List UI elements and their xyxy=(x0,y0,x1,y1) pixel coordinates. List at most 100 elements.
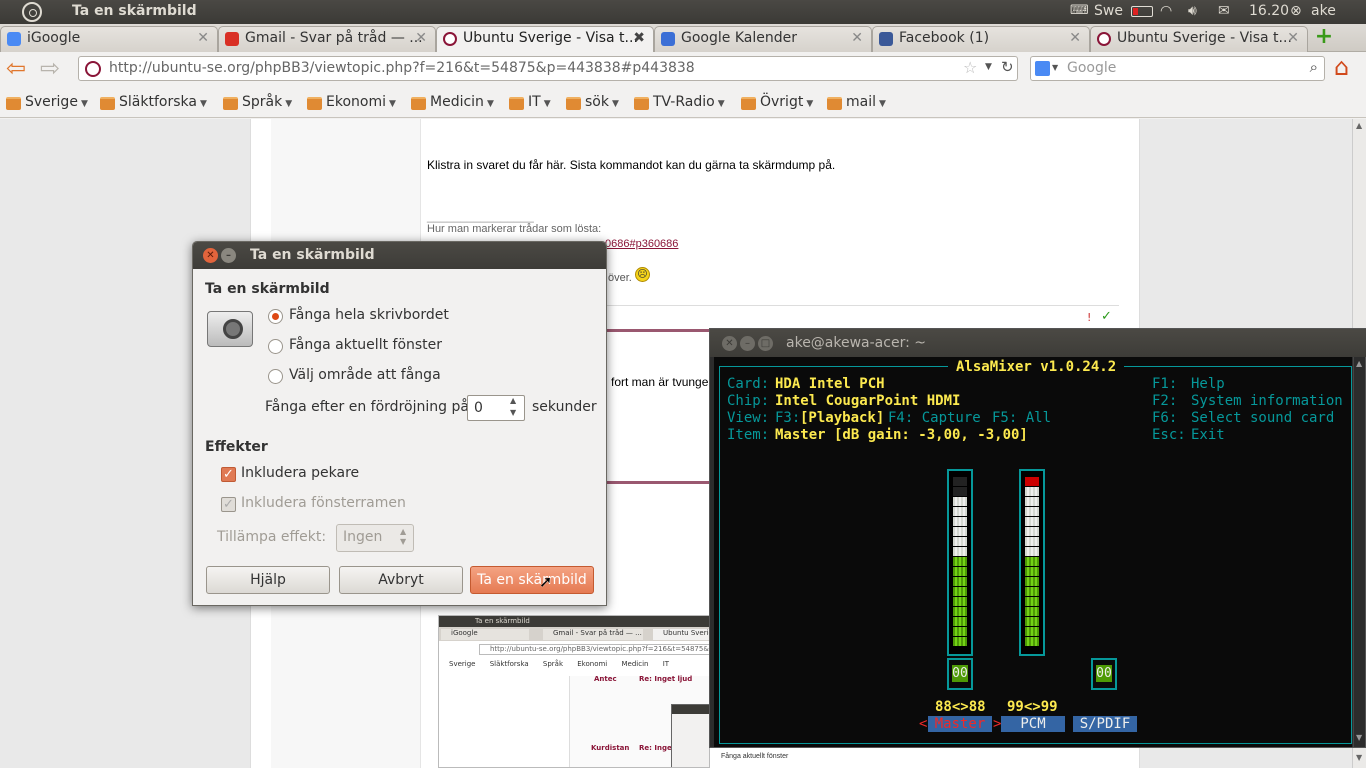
clock[interactable]: 16.20 xyxy=(1249,3,1289,19)
spin-down-icon[interactable]: ▼ xyxy=(510,408,516,417)
bookmark-folder-ekonomi[interactable]: Ekonomi ▼ xyxy=(307,94,396,110)
close-icon[interactable]: ✕ xyxy=(1069,30,1081,46)
signature-link[interactable]: 0686#p360686 xyxy=(605,238,678,250)
capture-area-label[interactable]: Välj område att fånga xyxy=(289,367,441,383)
home-icon[interactable]: ⌂ xyxy=(1334,53,1349,81)
take-screenshot-button[interactable]: Ta en skärmbild xyxy=(470,566,594,594)
close-icon[interactable]: ✕ xyxy=(851,30,863,46)
view-f3[interactable]: F3: xyxy=(775,410,800,426)
tab-ubuntu-sverige[interactable]: Ubuntu Sverige - Visa t... ✖ xyxy=(436,26,654,52)
include-border-label[interactable]: Inkludera fönsterramen xyxy=(241,495,406,511)
cancel-button[interactable]: Avbryt xyxy=(339,566,463,594)
embedded-screenshot[interactable]: Ta en skärmbild iGoogle Gmail - Svar på … xyxy=(438,615,710,768)
bookmark-label: Medicin xyxy=(430,94,484,110)
engine-dropdown-icon[interactable]: ▼ xyxy=(1052,63,1058,72)
bookmark-folder-mail[interactable]: mail ▼ xyxy=(827,94,886,110)
tab-igoogle[interactable]: iGoogle ✕ xyxy=(0,26,218,52)
reload-icon[interactable]: ↻ xyxy=(1001,58,1014,76)
user-name[interactable]: ake xyxy=(1311,3,1336,19)
new-tab-plus-icon[interactable]: + xyxy=(1312,26,1336,49)
view-all[interactable]: F5: All xyxy=(992,410,1051,426)
thumb-option-text: Fånga aktuellt fönster xyxy=(721,753,789,760)
bookmark-folder-tv-radio[interactable]: TV-Radio ▼ xyxy=(634,94,725,110)
report-icon[interactable]: ! xyxy=(1087,311,1091,324)
tab-google-kalender[interactable]: Google Kalender ✕ xyxy=(654,26,872,52)
thumb-bookmark: IT xyxy=(662,660,670,668)
ubuntu-icon xyxy=(443,32,457,46)
spin-up-icon[interactable]: ▲ xyxy=(510,396,516,405)
delay-spinbox[interactable]: 0 ▲ ▼ xyxy=(467,395,525,421)
volume-icon[interactable]: 🔊︎ xyxy=(1188,3,1197,19)
include-border-checkbox[interactable]: ✓ xyxy=(221,497,236,512)
scroll-up-icon[interactable]: ▲ xyxy=(1356,121,1362,130)
bookmark-star-icon[interactable]: ☆ xyxy=(963,58,977,77)
help-button[interactable]: Hjälp xyxy=(206,566,330,594)
terminal-scrollbar[interactable]: ▲ ▼ xyxy=(1353,357,1365,747)
tab-facebook[interactable]: Facebook (1) ✕ xyxy=(872,26,1090,52)
session-icon[interactable]: ⊗ xyxy=(1290,3,1302,19)
bookmark-folder-medicin[interactable]: Medicin ▼ xyxy=(411,94,494,110)
pcm-volume-meter[interactable] xyxy=(1019,469,1045,656)
checkmark-icon[interactable]: ✓ xyxy=(1101,309,1112,324)
apply-effect-select[interactable]: Ingen ▲ ▼ xyxy=(336,524,414,552)
bookmark-folder-sprak[interactable]: Språk ▼ xyxy=(223,94,292,110)
pcm-channel-label[interactable]: PCM xyxy=(1001,716,1065,732)
mail-icon[interactable]: ✉ xyxy=(1218,3,1230,19)
scroll-up-icon[interactable]: ▲ xyxy=(1356,359,1362,368)
include-pointer-checkbox[interactable]: ✓ xyxy=(221,467,236,482)
close-icon[interactable]: ✕ xyxy=(415,30,427,46)
bookmark-folder-sverige[interactable]: Sverige ▼ xyxy=(6,94,88,110)
close-icon[interactable]: ✖ xyxy=(633,30,645,46)
selected-left-marker: < xyxy=(919,716,928,732)
capture-window-label[interactable]: Fånga aktuellt fönster xyxy=(289,337,442,353)
tab-ubuntu-sverige-2[interactable]: Ubuntu Sverige - Visa t... ✕ xyxy=(1090,26,1308,52)
spdif-mute-state: 00 xyxy=(1096,665,1112,682)
minimize-window-icon[interactable]: – xyxy=(740,336,755,351)
close-icon[interactable]: ✕ xyxy=(1287,30,1299,46)
close-icon[interactable]: ✕ xyxy=(197,30,209,46)
google-icon xyxy=(7,32,21,46)
tab-bar: iGoogle ✕ Gmail - Svar på tråd — ... ✕ Ubu… xyxy=(0,24,1366,52)
bookmark-folder-it[interactable]: IT ▼ xyxy=(509,94,551,110)
minimize-window-icon[interactable]: – xyxy=(221,248,236,263)
master-mute-box[interactable]: 00 xyxy=(947,658,973,690)
maximize-window-icon[interactable]: □ xyxy=(758,336,773,351)
capture-desktop-radio[interactable] xyxy=(268,309,283,324)
capture-area-radio[interactable] xyxy=(268,369,283,384)
close-window-icon[interactable]: ✕ xyxy=(722,336,737,351)
master-channel-label[interactable]: Master xyxy=(928,716,992,732)
spdif-mute-box[interactable]: 00 xyxy=(1091,658,1117,690)
tab-gmail[interactable]: Gmail - Svar på tråd — ... ✕ xyxy=(218,26,436,52)
google-search-engine-icon[interactable] xyxy=(1035,61,1050,76)
master-volume-meter[interactable] xyxy=(947,469,973,656)
forward-arrow-icon[interactable]: ⇨ xyxy=(40,54,60,82)
close-window-icon[interactable]: ✕ xyxy=(203,248,218,263)
wifi-icon[interactable]: ◠ xyxy=(1160,3,1172,19)
capture-desktop-label[interactable]: Fånga hela skrivbordet xyxy=(289,307,449,323)
keyboard-icon[interactable]: ⌨ xyxy=(1070,3,1089,18)
capture-window-radio[interactable] xyxy=(268,339,283,354)
scroll-down-icon[interactable]: ▼ xyxy=(1356,733,1362,742)
bookmark-folder-slaktforska[interactable]: Släktforska ▼ xyxy=(100,94,207,110)
view-capture[interactable]: F4: Capture xyxy=(888,410,981,426)
ubuntu-logo-icon[interactable] xyxy=(22,2,42,22)
bookmark-folder-ovrigt[interactable]: Övrigt ▼ xyxy=(741,94,813,110)
alsamixer-screen[interactable]: AlsaMixer v1.0.24.2 Card: HDA Intel PCH … xyxy=(714,357,1352,747)
search-input[interactable]: ▼ Google ⌕ xyxy=(1030,56,1325,81)
terminal-titlebar[interactable]: ✕ – □ ake@akewa-acer: ~ xyxy=(710,329,1366,357)
spdif-channel-label[interactable]: S/PDIF xyxy=(1073,716,1137,732)
dialog-titlebar[interactable]: ✕ – Ta en skärmbild xyxy=(193,242,606,269)
back-arrow-icon[interactable]: ⇦ xyxy=(6,54,26,82)
dropdown-arrow-icon[interactable]: ▼ xyxy=(985,62,992,72)
site-identity-icon[interactable] xyxy=(85,61,101,77)
battery-icon[interactable] xyxy=(1131,6,1153,17)
search-icon[interactable]: ⌕ xyxy=(1310,58,1318,76)
view-playback[interactable]: [Playback] xyxy=(800,410,884,426)
include-pointer-label[interactable]: Inkludera pekare xyxy=(241,465,359,481)
keyboard-layout[interactable]: Swe xyxy=(1094,3,1123,19)
screenshot-dialog: ✕ – Ta en skärmbild Ta en skärmbild Fång… xyxy=(192,241,607,606)
volume-segment xyxy=(1025,567,1039,576)
bookmark-folder-sok[interactable]: sök ▼ xyxy=(566,94,619,110)
scroll-down-icon[interactable]: ▼ xyxy=(1356,753,1362,762)
url-input[interactable]: http://ubuntu-se.org/phpBB3/viewtopic.ph… xyxy=(78,56,1018,81)
